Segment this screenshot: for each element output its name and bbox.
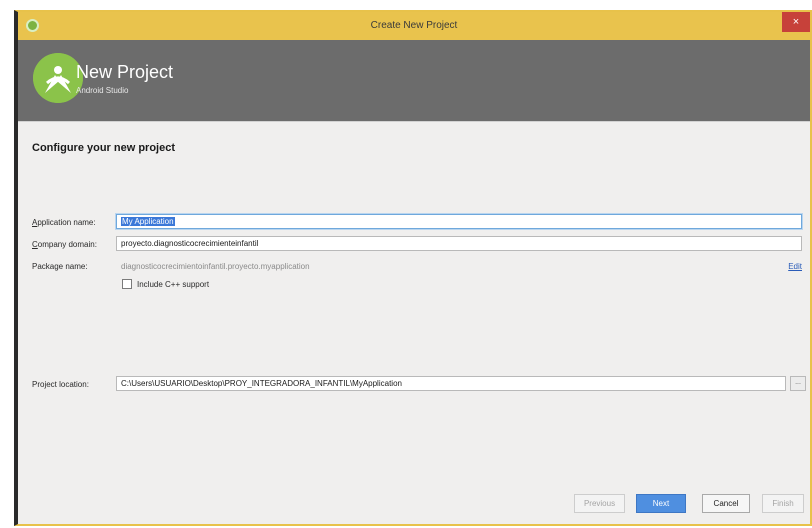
project-location-value: C:\Users\USUARIO\Desktop\PROY_INTEGRADOR… — [121, 379, 402, 388]
project-location-label: Project location: — [32, 380, 89, 389]
create-new-project-dialog: Create New Project × New Project Android… — [14, 10, 812, 526]
project-location-field[interactable]: C:\Users\USUARIO\Desktop\PROY_INTEGRADOR… — [116, 376, 786, 391]
application-name-field[interactable]: My Application — [116, 214, 802, 229]
title-bar[interactable]: Create New Project × — [18, 12, 810, 40]
header-divider — [18, 121, 810, 122]
finish-button[interactable]: Finish — [762, 494, 804, 513]
edit-package-link[interactable]: Edit — [788, 262, 802, 271]
application-name-label: Application name: — [32, 218, 96, 227]
application-name-value: My Application — [121, 217, 175, 226]
cpp-support-label[interactable]: Include C++ support — [137, 280, 209, 289]
dialog-header: New Project Android Studio — [18, 40, 810, 121]
package-name-label: Package name: — [32, 262, 88, 271]
close-icon[interactable]: × — [782, 12, 810, 32]
company-domain-field[interactable]: proyecto.diagnosticocrecimienteinfantil — [116, 236, 802, 251]
page-title: Configure your new project — [32, 142, 176, 154]
window-title: Create New Project — [370, 20, 458, 31]
company-domain-label: Company domain: — [32, 240, 97, 249]
company-domain-value: proyecto.diagnosticocrecimienteinfantil — [121, 239, 259, 248]
previous-button[interactable]: Previous — [574, 494, 625, 513]
cancel-button[interactable]: Cancel — [702, 494, 750, 513]
header-title: New Project — [76, 62, 174, 82]
package-name-value: diagnosticocrecimientoinfantil.proyecto.… — [121, 262, 310, 271]
next-button[interactable]: Next — [636, 494, 686, 513]
cpp-support-checkbox[interactable] — [122, 279, 132, 289]
header-subtitle: Android Studio — [76, 86, 129, 95]
browse-button[interactable]: ... — [790, 376, 806, 391]
